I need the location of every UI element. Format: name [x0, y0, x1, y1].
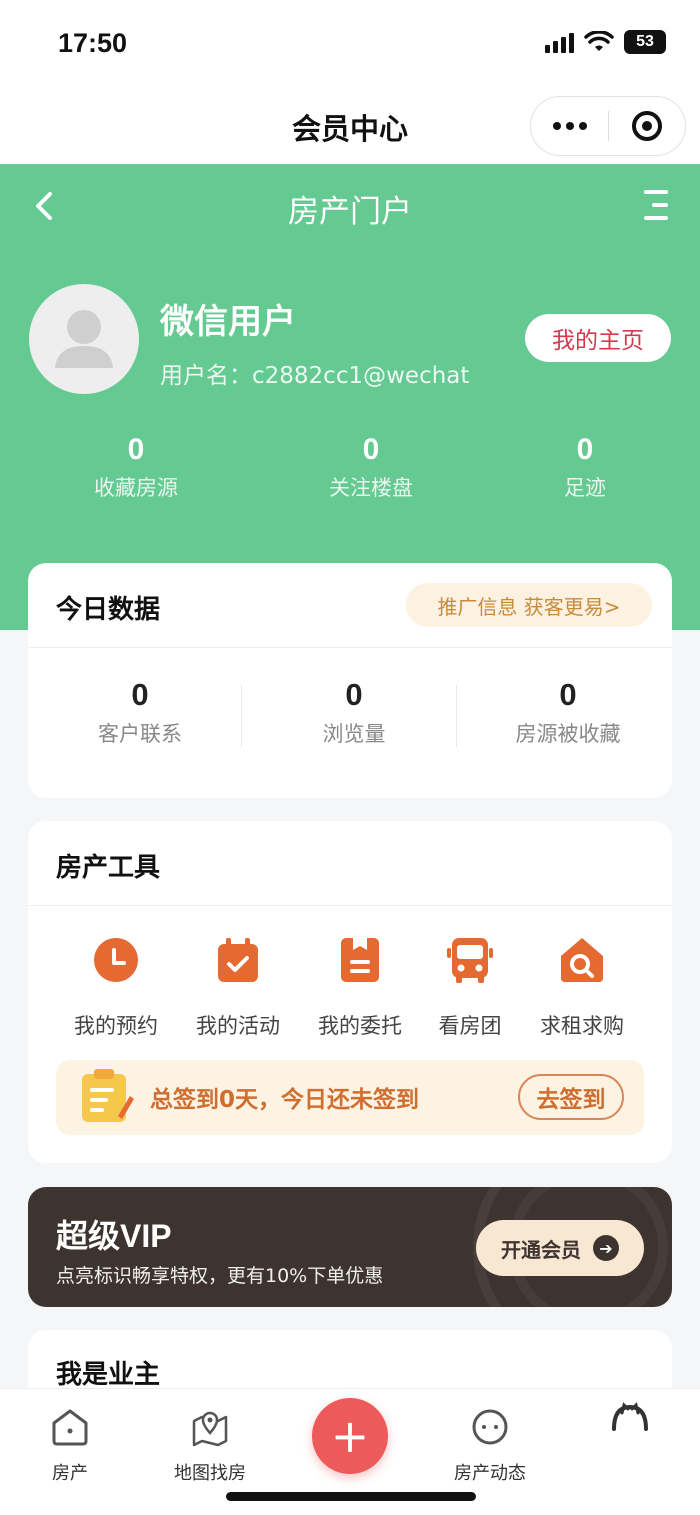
target-icon [631, 111, 662, 141]
user-icon [612, 1402, 648, 1431]
vip-title: 超级VIP [56, 1218, 172, 1254]
vip-banner[interactable]: 超级VIP 点亮标识畅享特权，更有10%下单优惠 开通会员 ➔ [28, 1187, 672, 1307]
checkin-status: 总签到0天，今日还未签到 [150, 1087, 420, 1113]
more-button[interactable] [531, 97, 608, 155]
tab-property[interactable]: 房产 [15, 1407, 125, 1485]
calendar-check-icon [218, 938, 258, 982]
tab-property-news[interactable]: 房产动态 [435, 1407, 545, 1485]
tab-label: 房产动态 [454, 1463, 526, 1484]
chat-icon [472, 1409, 508, 1445]
mini-program-header: 会员中心 [0, 88, 700, 164]
stat-history[interactable]: 0 足迹 [510, 432, 660, 502]
clipboard-icon [82, 1069, 134, 1122]
stat-label: 浏览量 [322, 722, 386, 746]
tool-my-activities[interactable]: 我的活动 [178, 936, 298, 1040]
status-time: 17:50 [58, 28, 128, 58]
profile-header [0, 164, 700, 630]
document-icon [341, 938, 379, 982]
status-icons: 53 [545, 30, 666, 54]
stat-label: 关注楼盘 [329, 476, 413, 500]
stat-label: 收藏房源 [94, 476, 178, 500]
status-bar: 17:50 53 [0, 0, 700, 88]
tool-rent-buy-request[interactable]: 求租求购 [522, 936, 642, 1040]
house-icon [52, 1409, 88, 1446]
stat-value: 0 [131, 677, 149, 712]
my-homepage-button[interactable]: 我的主页 [525, 314, 671, 362]
divider [456, 685, 457, 747]
publish-button[interactable]: + [312, 1398, 388, 1474]
tab-map-search[interactable]: 地图找房 [155, 1407, 265, 1485]
checkin-button[interactable]: 去签到 [518, 1074, 624, 1120]
tools-title: 房产工具 [56, 853, 161, 883]
divider [28, 905, 672, 906]
clock-icon [94, 938, 138, 982]
stat-label: 房源被收藏 [515, 722, 621, 746]
tool-viewing-group[interactable]: 看房团 [410, 936, 530, 1040]
battery-icon: 53 [624, 30, 666, 54]
stat-followed[interactable]: 0 关注楼盘 [296, 432, 446, 502]
stat-label: 客户联系 [98, 722, 182, 746]
today-stat-favorited[interactable]: 0 房源被收藏 [461, 676, 675, 748]
user-id: 用户名：c2882cc1@wechat [160, 363, 470, 389]
tab-label: 房产 [52, 1463, 88, 1484]
map-pin-icon [192, 1411, 228, 1447]
stat-favorites[interactable]: 0 收藏房源 [61, 432, 211, 502]
promo-button[interactable]: 推广信息 获客更易> [406, 583, 652, 627]
avatar[interactable] [29, 284, 139, 394]
nav-title: 房产门户 [288, 194, 412, 230]
tool-my-entrustments[interactable]: 我的委托 [300, 936, 420, 1040]
bus-icon [447, 938, 493, 983]
tool-label: 看房团 [438, 1014, 502, 1038]
tool-label: 我的预约 [74, 1014, 158, 1038]
home-indicator [226, 1492, 476, 1501]
stat-value: 0 [559, 677, 577, 712]
today-stat-contacts[interactable]: 0 客户联系 [33, 676, 247, 748]
open-membership-label: 开通会员 [501, 1237, 581, 1262]
checkin-banner: 总签到0天，今日还未签到 去签到 [56, 1060, 644, 1135]
tab-label: 地图找房 [174, 1463, 246, 1484]
today-stat-views[interactable]: 0 浏览量 [247, 676, 461, 748]
close-button[interactable] [609, 97, 685, 155]
tab-mine[interactable] [575, 1402, 685, 1451]
menu-icon[interactable] [636, 190, 668, 220]
stat-value: 0 [345, 677, 363, 712]
capsule-menu [530, 96, 686, 156]
stat-value: 0 [362, 433, 380, 466]
stat-label: 足迹 [564, 476, 606, 500]
arrow-right-icon: ➔ [593, 1235, 619, 1261]
stat-value: 0 [576, 433, 594, 466]
user-name: 微信用户 [160, 302, 296, 342]
wifi-icon [584, 31, 614, 51]
signal-icon [545, 31, 574, 53]
vip-subtitle: 点亮标识畅享特权，更有10%下单优惠 [56, 1265, 384, 1287]
divider [28, 647, 672, 648]
stat-value: 0 [127, 433, 145, 466]
today-data-title: 今日数据 [56, 595, 161, 625]
owner-title: 我是业主 [56, 1360, 161, 1390]
tool-label: 我的活动 [196, 1014, 280, 1038]
tool-label: 求租求购 [540, 1014, 624, 1038]
person-icon [55, 310, 113, 368]
divider [241, 685, 242, 747]
tool-label: 我的委托 [318, 1014, 402, 1038]
house-search-icon [561, 938, 603, 982]
open-membership-button[interactable]: 开通会员 ➔ [476, 1220, 644, 1276]
tool-my-appointments[interactable]: 我的预约 [56, 936, 176, 1040]
